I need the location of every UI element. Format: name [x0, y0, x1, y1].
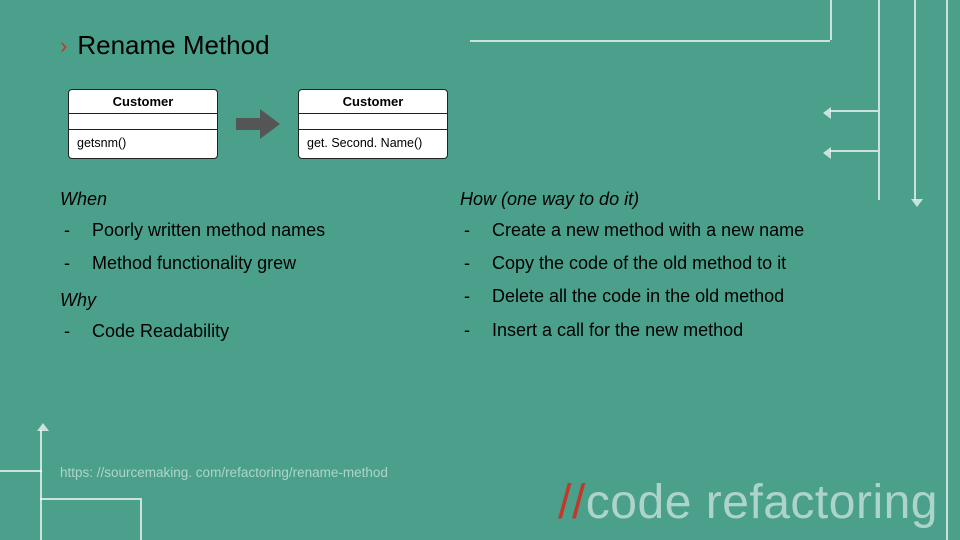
slide: › Rename Method Customer getsnm() Custom…: [0, 0, 960, 540]
list-item: -Copy the code of the old method to it: [464, 251, 900, 276]
uml-before-header: Customer: [69, 90, 217, 114]
uml-box-before: Customer getsnm(): [68, 89, 218, 159]
uml-after-attrs: [299, 114, 447, 130]
uml-before-attrs: [69, 114, 217, 130]
title-bullet-icon: ›: [60, 33, 67, 59]
watermark: //code refactoring: [558, 475, 938, 530]
uml-before-method: getsnm(): [69, 130, 217, 158]
list-item: -Code Readability: [64, 319, 420, 344]
list-item: -Create a new method with a new name: [464, 218, 900, 243]
uml-diagram: Customer getsnm() Customer get. Second. …: [68, 89, 900, 159]
uml-after-header: Customer: [299, 90, 447, 114]
list-item: -Insert a call for the new method: [464, 318, 900, 343]
how-item-0: Create a new method with a new name: [492, 218, 804, 243]
left-column: When -Poorly written method names -Metho…: [60, 183, 420, 353]
right-column: How (one way to do it) -Create a new met…: [460, 183, 900, 353]
why-heading: Why: [60, 290, 420, 311]
list-item: -Method functionality grew: [64, 251, 420, 276]
when-item-0: Poorly written method names: [92, 218, 325, 243]
when-heading: When: [60, 189, 420, 210]
watermark-slashes: //: [558, 476, 586, 529]
uml-after-method: get. Second. Name(): [299, 130, 447, 158]
arrow-right-icon: [236, 109, 280, 139]
uml-box-after: Customer get. Second. Name(): [298, 89, 448, 159]
how-item-2: Delete all the code in the old method: [492, 284, 784, 309]
when-item-1: Method functionality grew: [92, 251, 296, 276]
list-item: -Delete all the code in the old method: [464, 284, 900, 309]
why-item-0: Code Readability: [92, 319, 229, 344]
content-columns: When -Poorly written method names -Metho…: [60, 183, 900, 353]
how-item-3: Insert a call for the new method: [492, 318, 743, 343]
page-title: Rename Method: [77, 30, 269, 61]
how-heading: How (one way to do it): [460, 189, 900, 210]
watermark-text: code refactoring: [586, 476, 938, 529]
list-item: -Poorly written method names: [64, 218, 420, 243]
how-item-1: Copy the code of the old method to it: [492, 251, 786, 276]
title-row: › Rename Method: [60, 30, 900, 61]
source-url: https: //sourcemaking. com/refactoring/r…: [60, 465, 388, 480]
